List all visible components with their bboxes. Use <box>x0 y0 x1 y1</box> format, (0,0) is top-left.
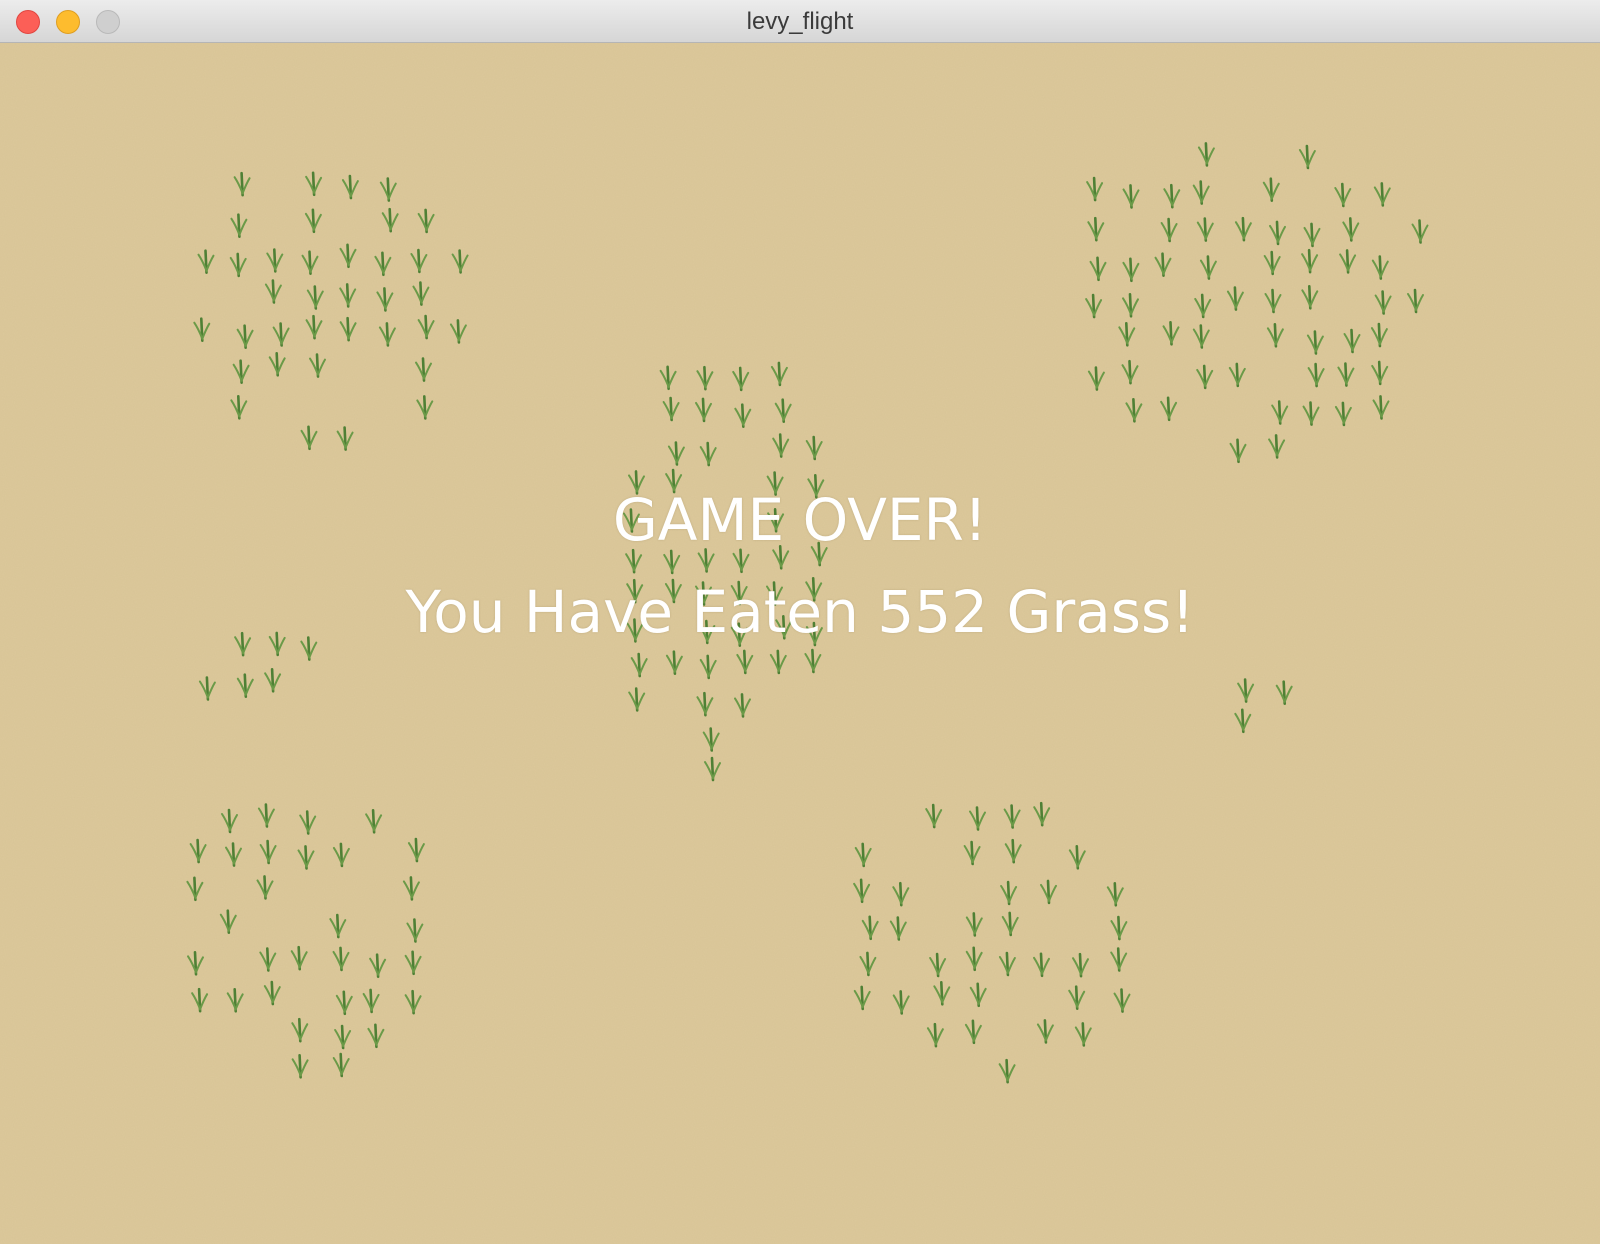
title-bar[interactable]: levy_flight <box>0 0 1600 43</box>
game-canvas[interactable]: GAME OVER! You Have Eaten 552 Grass! <box>0 43 1600 1244</box>
window-title: levy_flight <box>746 8 854 35</box>
score-text: You Have Eaten 552 Grass! <box>405 578 1195 646</box>
game-over-text: GAME OVER! <box>612 486 988 554</box>
game-window: levy_flight GAME OVER! You Have Eaten 55… <box>0 0 1600 1244</box>
